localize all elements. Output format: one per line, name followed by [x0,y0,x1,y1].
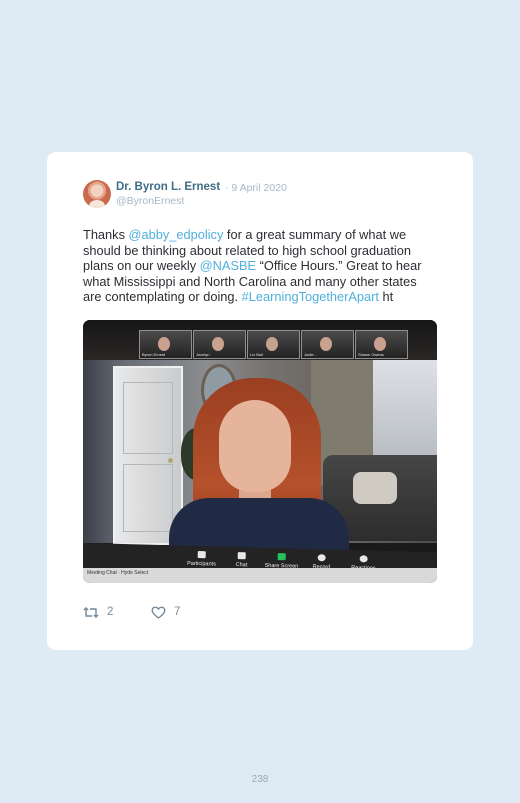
participant-thumb: Liz Bull [247,330,300,359]
participant-thumb: Jodie... [301,330,354,359]
retweet-icon[interactable] [83,606,99,619]
tweet-text-segment: are contemplating or doing. [83,289,242,304]
like-count: 7 [174,606,181,618]
tweet-photo[interactable]: Byron Ernest Jocelyn Liz Bull Jodie... S… [83,320,437,583]
heart-icon[interactable] [151,606,166,619]
author-avatar[interactable] [83,180,111,208]
tweet-date[interactable]: · 9 April 2020 [225,182,287,194]
participant-name: Liz Bull [250,352,263,357]
tweet-line-5: are contemplating or doing. #LearningTog… [83,289,443,305]
participant-name: Shawn Owens [358,352,384,357]
participant-name: Jodie... [304,352,317,357]
tweet-line-1: Thanks @abby_edpolicy for a great summar… [83,227,443,243]
tweet-text-segment: plans on our weekly [83,258,200,273]
speaker-face [219,400,291,492]
mention-link[interactable]: @NASBE [200,258,256,273]
participant-name: Byron Ernest [142,352,166,357]
participant-thumb: Byron Ernest [139,330,192,359]
toolbar-label: Participants [187,560,216,568]
tweet-line-4: what Mississippi and North Carolina and … [83,273,417,289]
zoom-participant-strip: Byron Ernest Jocelyn Liz Bull Jodie... S… [83,320,437,360]
tweet-card: Dr. Byron L. Ernest · 9 April 2020 @Byro… [47,152,473,650]
participant-name: Jocelyn [196,352,210,357]
screen-bottom-strip: Meeting Chat · Hyde Select [83,568,437,583]
mention-link[interactable]: @abby_edpolicy [129,227,224,242]
tweet-line-3: plans on our weekly @NASBE “Office Hours… [83,258,443,274]
hashtag-link[interactable]: #LearningTogetherApart [242,289,379,304]
tweet-line-2: should be thinking about related to high… [83,242,411,258]
author-handle[interactable]: @ByronErnest [116,195,184,207]
tweet-text-segment: Thanks [83,227,129,242]
strip-text: Meeting Chat · Hyde Select [87,570,149,576]
tweet-text-segment: “Office Hours.” Great to hear [256,258,422,273]
door-illustration [113,366,183,545]
author-name[interactable]: Dr. Byron L. Ernest [116,181,220,193]
tweet-text-segment: for a great summary of what we [223,227,407,242]
participant-thumb: Jocelyn [193,330,246,359]
speaker-torso [169,498,349,553]
retweet-count: 2 [107,606,114,618]
participant-thumb: Shawn Owens [355,330,408,359]
tweet-text: Thanks @abby_edpolicy for a great summar… [83,227,443,305]
tweet-text-segment: ht [378,289,394,304]
page-number: 238 [251,774,269,785]
